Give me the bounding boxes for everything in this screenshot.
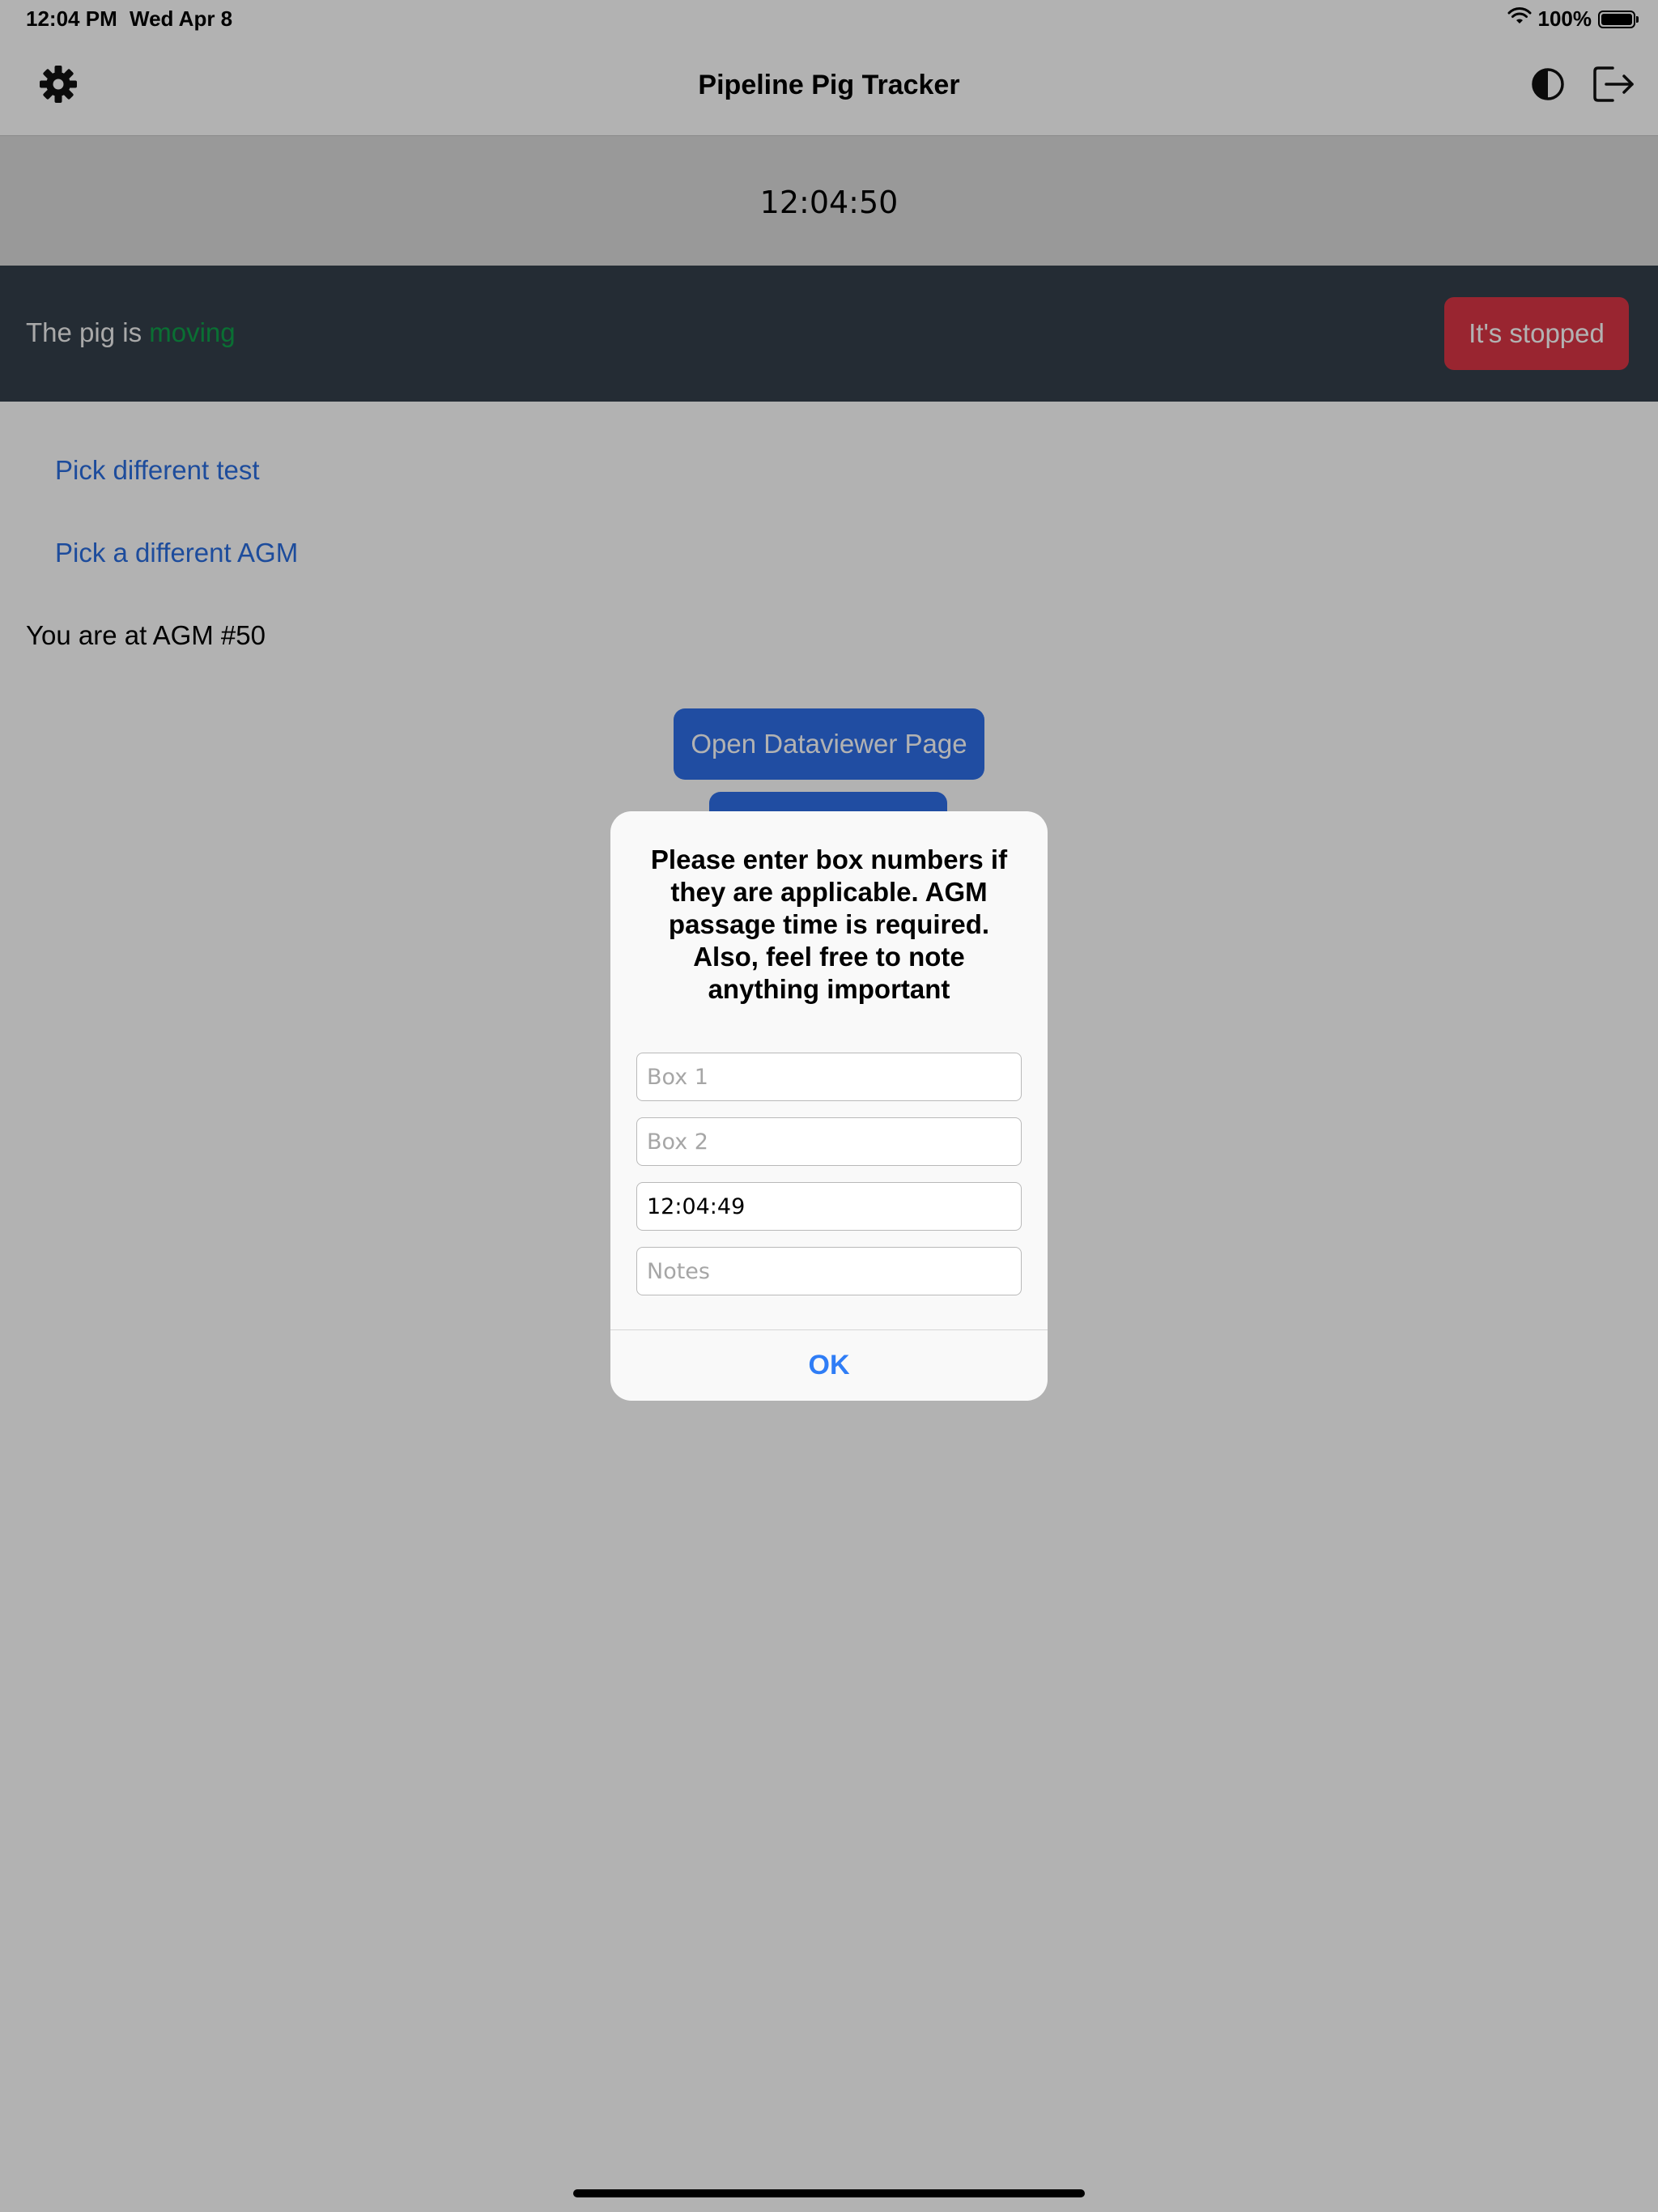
- box-1-field[interactable]: [636, 1053, 1022, 1101]
- box-2-field[interactable]: [636, 1117, 1022, 1166]
- notes-field[interactable]: [636, 1247, 1022, 1295]
- home-indicator[interactable]: [573, 2189, 1085, 2197]
- passage-time-field[interactable]: [636, 1182, 1022, 1231]
- box-entry-alert: Please enter box numbers if they are app…: [610, 811, 1048, 1401]
- alert-message: Please enter box numbers if they are app…: [650, 844, 1008, 1004]
- ok-button[interactable]: OK: [610, 1330, 1048, 1401]
